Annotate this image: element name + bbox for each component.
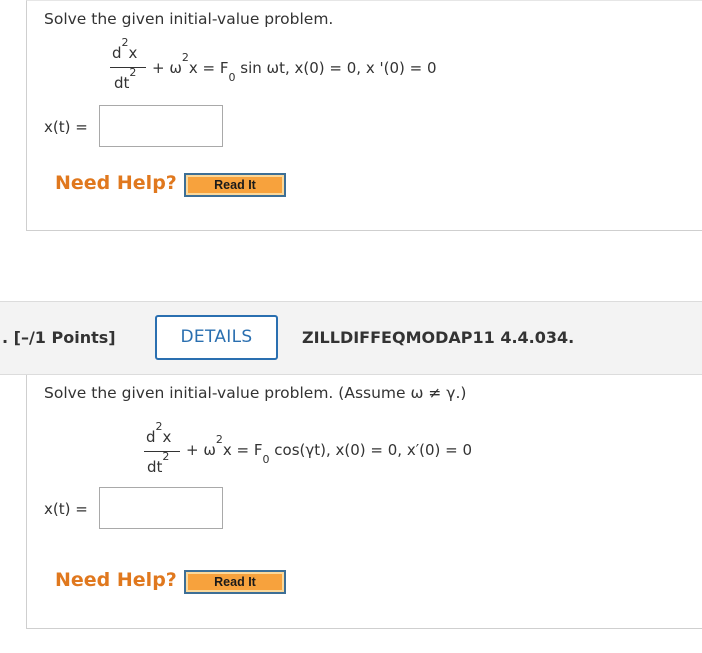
details-button[interactable]: DETAILS xyxy=(155,315,278,360)
problem-2-answer-label: x(t) = xyxy=(44,500,88,518)
problem-1-prompt: Solve the given initial-value problem. xyxy=(44,10,334,28)
problem-2-answer-input[interactable] xyxy=(99,487,223,529)
problem-2-code: ZILLDIFFEQMODAP11 4.4.034. xyxy=(302,328,575,347)
problem-2-prompt: Solve the given initial-value problem. (… xyxy=(44,384,467,402)
problem-1-need-help: Need Help? xyxy=(55,172,177,194)
problem-1-answer-label: x(t) = xyxy=(44,118,88,136)
problem-2-need-help: Need Help? xyxy=(55,569,177,591)
problem-2-denominator: dt2 xyxy=(147,450,170,476)
problem-1-read-it-button[interactable]: Read It xyxy=(184,173,286,197)
problem-1-numerator: d2x xyxy=(112,36,138,62)
problem-2-numerator: d2x xyxy=(146,420,172,446)
problem-1-denominator: dt2 xyxy=(114,66,137,92)
problem-1-answer-input[interactable] xyxy=(99,105,223,147)
problem-2-read-it-button[interactable]: Read It xyxy=(184,570,286,594)
problem-2-equation-rhs: + ω2x = F0 cos(γt), x(0) = 0, x′(0) = 0 xyxy=(186,433,473,466)
problem-1-equation-rhs: + ω2x = F0 sin ωt, x(0) = 0, x '(0) = 0 xyxy=(152,51,437,84)
problem-2-points: . [–/1 Points] xyxy=(2,328,116,347)
problem-1-fraction-bar xyxy=(110,67,146,68)
